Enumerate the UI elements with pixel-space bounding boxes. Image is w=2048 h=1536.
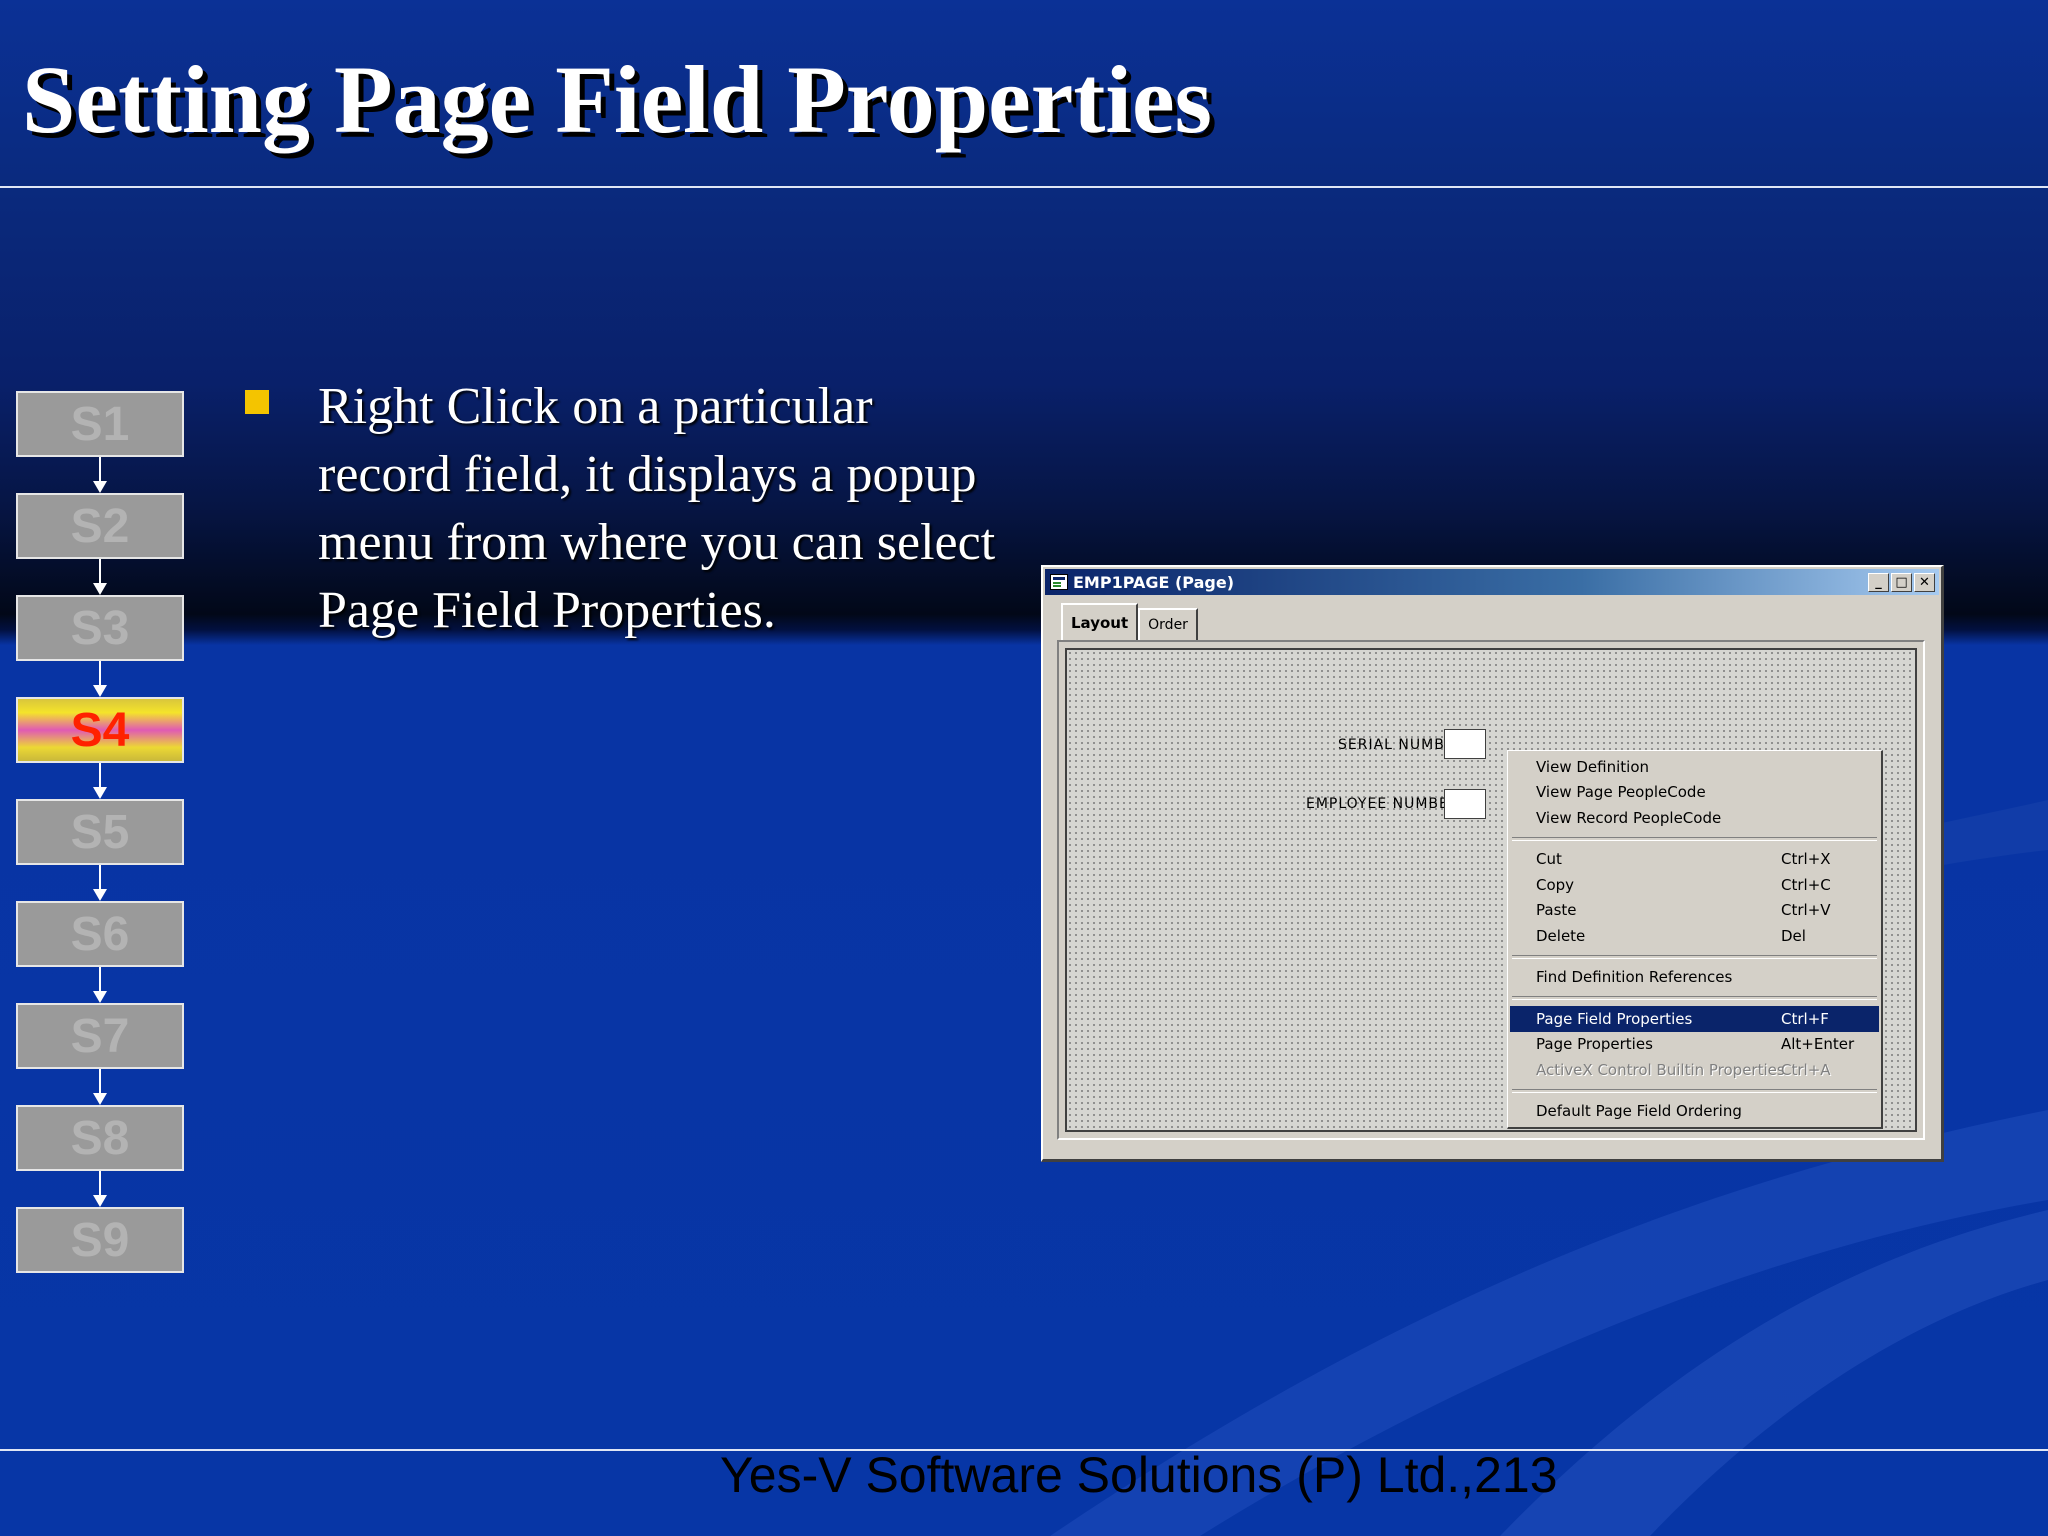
window-tabs: Layout Order: [1061, 603, 1198, 641]
minimize-icon[interactable]: _: [1868, 572, 1889, 592]
menu-item-view-definition[interactable]: View Definition: [1510, 754, 1879, 780]
menu-separator: [1512, 996, 1877, 1000]
step-s1-button[interactable]: S1: [16, 391, 184, 457]
page-definition-icon: [1050, 574, 1068, 590]
tab-order[interactable]: Order: [1138, 608, 1198, 641]
step-arrow-icon: [16, 1069, 184, 1105]
bullet-text: Right Click on a particular record field…: [318, 378, 996, 639]
menu-item-copy[interactable]: Copy Ctrl+C: [1510, 872, 1879, 898]
step-arrow-icon: [16, 865, 184, 901]
step-s7-button[interactable]: S7: [16, 1003, 184, 1069]
window-title: EMP1PAGE (Page): [1073, 572, 1235, 592]
step-arrow-icon: [16, 457, 184, 493]
menu-separator: [1512, 1088, 1877, 1093]
step-arrow-icon: [16, 559, 184, 595]
menu-item-default-page-field-ordering[interactable]: Default Page Field Ordering: [1510, 1099, 1879, 1125]
maximize-icon[interactable]: □: [1891, 572, 1912, 592]
employee-number-field[interactable]: [1444, 789, 1486, 819]
menu-item-find-definition-references[interactable]: Find Definition References: [1510, 965, 1879, 991]
menu-separator: [1512, 836, 1877, 841]
tab-layout[interactable]: Layout: [1061, 603, 1139, 641]
step-arrow-icon: [16, 967, 184, 1003]
step-s8-button[interactable]: S8: [16, 1105, 184, 1171]
menu-item-page-properties[interactable]: Page Properties Alt+Enter: [1510, 1032, 1879, 1058]
step-arrow-icon: [16, 1171, 184, 1207]
menu-item-paste[interactable]: Paste Ctrl+V: [1510, 898, 1879, 924]
menu-item-activex-control-builtin-properties: ActiveX Control Builtin Properties Ctrl+A: [1536, 1060, 1831, 1079]
step-s6-button[interactable]: S6: [16, 901, 184, 967]
menu-item-cut[interactable]: Cut Ctrl+X: [1510, 847, 1879, 873]
step-s9-button[interactable]: S9: [16, 1207, 184, 1273]
step-arrow-icon: [16, 661, 184, 697]
square-bullet-icon: [245, 390, 269, 414]
menu-item-view-record-peoplecode[interactable]: View Record PeopleCode: [1510, 805, 1879, 831]
close-icon[interactable]: ✕: [1914, 572, 1935, 592]
step-arrow-icon: [16, 763, 184, 799]
menu-item-view-page-peoplecode[interactable]: View Page PeopleCode: [1510, 780, 1879, 806]
employee-number-label[interactable]: EMPLOYEE NUMBER:: [1306, 796, 1465, 812]
step-s4-button[interactable]: S4: [16, 697, 184, 763]
context-menu: View Definition View Page PeopleCode Vie…: [1507, 750, 1883, 1129]
serial-number-field[interactable]: [1444, 729, 1486, 759]
menu-item-page-field-properties[interactable]: Page Field Properties Ctrl+F: [1510, 1006, 1879, 1032]
footer-text: Yes-V Software Solutions (P) Ltd.,213: [720, 1447, 1558, 1503]
window-controls: _ □ ✕: [1868, 572, 1935, 592]
title-divider: [0, 186, 2048, 188]
menu-separator: [1512, 954, 1877, 959]
slide-title: Setting Page Field Properties: [22, 46, 1212, 153]
step-s3-button[interactable]: S3: [16, 595, 184, 661]
menu-item-delete[interactable]: Delete Del: [1510, 923, 1879, 949]
step-s2-button[interactable]: S2: [16, 493, 184, 559]
step-s5-button[interactable]: S5: [16, 799, 184, 865]
window-titlebar[interactable]: EMP1PAGE (Page) _ □ ✕: [1045, 569, 1939, 595]
step-navigator: S1 S2 S3 S4 S5 S6 S7 S8 S9: [16, 391, 188, 1273]
